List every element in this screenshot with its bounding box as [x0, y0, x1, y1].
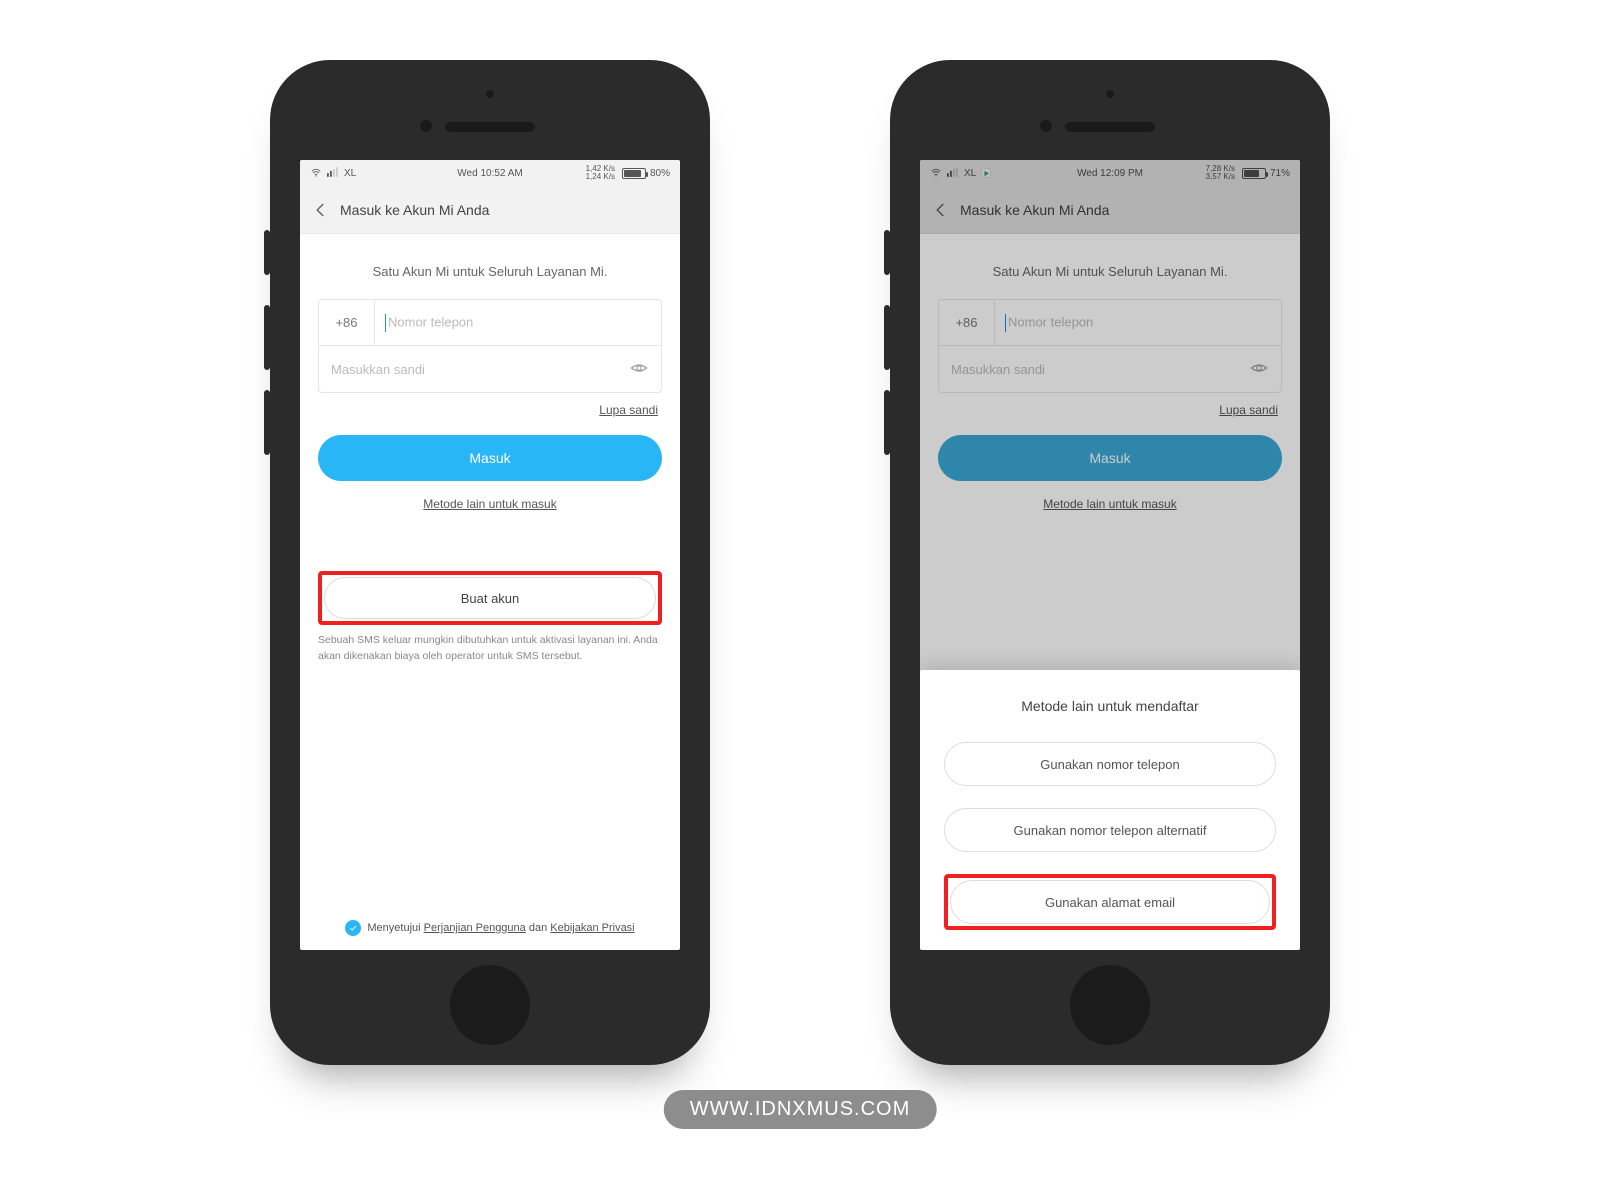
- password-input[interactable]: Masukkan sandi: [319, 362, 617, 377]
- status-bar: XL Wed 10:52 AM 1,42 K/s 1,24 K/s 80%: [300, 160, 680, 186]
- back-icon[interactable]: [312, 201, 330, 219]
- phone-mockup-left: XL Wed 10:52 AM 1,42 K/s 1,24 K/s 80% M: [270, 60, 710, 1065]
- app-header: Masuk ke Akun Mi Anda: [300, 186, 680, 234]
- consent-row: Menyetujui Perjanjian Pengguna dan Kebij…: [300, 920, 680, 936]
- option-use-phone[interactable]: Gunakan nomor telepon: [944, 742, 1276, 786]
- user-agreement-link[interactable]: Perjanjian Pengguna: [424, 922, 526, 934]
- create-account-button[interactable]: Buat akun: [324, 577, 656, 619]
- option-use-email[interactable]: Gunakan alamat email: [950, 880, 1270, 924]
- status-time: Wed 10:52 AM: [457, 168, 522, 179]
- check-icon[interactable]: [345, 920, 361, 936]
- signup-method-sheet: Metode lain untuk mendaftar Gunakan nomo…: [920, 670, 1300, 950]
- login-form: +86 Nomor telepon Masukkan sandi: [318, 299, 662, 393]
- home-button[interactable]: [1070, 965, 1150, 1045]
- battery-pct: 80%: [650, 168, 670, 179]
- phone-mockup-right: XL Wed 12:09 PM 7,28 K/s 3,57 K/s 71%: [890, 60, 1330, 1065]
- phone-input[interactable]: Nomor telepon: [375, 314, 661, 332]
- signal-icon: [327, 167, 339, 180]
- country-code[interactable]: +86: [319, 300, 375, 345]
- highlight-use-email: Gunakan alamat email: [944, 874, 1276, 930]
- highlight-create-account: Buat akun: [318, 571, 662, 625]
- screen-right: XL Wed 12:09 PM 7,28 K/s 3,57 K/s 71%: [920, 160, 1300, 950]
- forgot-password-link[interactable]: Lupa sandi: [322, 403, 658, 417]
- carrier-label: XL: [344, 168, 356, 179]
- header-title: Masuk ke Akun Mi Anda: [340, 202, 489, 218]
- net-speed: 1,42 K/s 1,24 K/s: [586, 165, 615, 181]
- sheet-title: Metode lain untuk mendaftar: [944, 698, 1276, 714]
- sms-disclaimer: Sebuah SMS keluar mungkin dibutuhkan unt…: [318, 633, 662, 665]
- alt-login-link[interactable]: Metode lain untuk masuk: [423, 497, 556, 511]
- tagline: Satu Akun Mi untuk Seluruh Layanan Mi.: [318, 264, 662, 279]
- option-use-alt-phone[interactable]: Gunakan nomor telepon alternatif: [944, 808, 1276, 852]
- eye-icon[interactable]: [617, 359, 661, 380]
- battery-icon: [622, 168, 646, 179]
- signin-button[interactable]: Masuk: [318, 435, 662, 481]
- home-button[interactable]: [450, 965, 530, 1045]
- wifi-icon: [310, 168, 322, 178]
- watermark: WWW.IDNXMUS.COM: [664, 1090, 937, 1129]
- privacy-policy-link[interactable]: Kebijakan Privasi: [550, 922, 634, 934]
- screen-left: XL Wed 10:52 AM 1,42 K/s 1,24 K/s 80% M: [300, 160, 680, 950]
